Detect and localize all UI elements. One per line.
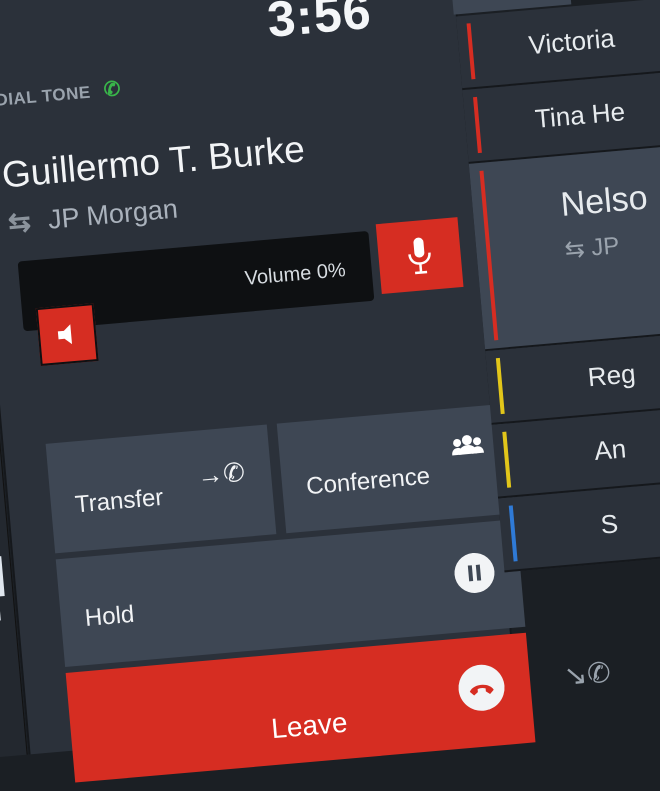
swap-icon: ⇆ — [6, 206, 33, 239]
hang-up-icon — [456, 662, 507, 713]
priority-stripe — [466, 23, 476, 80]
app-stage: 8 16 3:56 DIAL TONE ✆ Guillermo T. Burke… — [0, 0, 660, 783]
stat-bar — [0, 596, 1, 621]
priority-stripe — [495, 357, 505, 415]
queue-item-name: Nelso — [559, 178, 650, 224]
status-label: DIAL TONE — [0, 82, 92, 110]
stat-bar — [0, 556, 5, 597]
speaker-button[interactable] — [35, 303, 99, 366]
priority-stripe — [508, 505, 518, 562]
queue-item-name: Tina He — [533, 96, 627, 134]
queue-item-company: ⇆ JP — [563, 231, 621, 265]
priority-stripe — [502, 431, 512, 488]
transfer-call-icon: →✆ — [195, 456, 247, 491]
queue-item-name: Reg — [586, 358, 637, 393]
conference-label: Conference — [305, 462, 432, 501]
caller-company: ⇆ JP Morgan — [7, 193, 179, 239]
volume-label: Volume 0% — [243, 259, 347, 290]
microphone-icon — [408, 237, 431, 275]
conference-button[interactable]: Conference — [276, 403, 516, 534]
transfer-label: Transfer — [73, 483, 165, 519]
call-timer: 3:56 — [265, 0, 374, 48]
phone-icon: ✆ — [102, 77, 122, 102]
call-panel: 3:56 DIAL TONE ✆ Guillermo T. Burke ⇆ JP … — [0, 0, 536, 783]
queue-item-name: Victoria — [527, 22, 616, 61]
hold-label: Hold — [83, 600, 136, 633]
speaker-icon — [57, 324, 73, 345]
swap-icon: ⇆ — [563, 234, 593, 264]
priority-stripe — [473, 96, 482, 154]
mute-mic-button[interactable] — [375, 217, 464, 294]
queue-item-name: S — [599, 508, 620, 540]
queue-company-label: JP — [590, 232, 621, 262]
conference-icon — [452, 435, 485, 456]
end-call-label: Leave — [269, 706, 349, 745]
caller-name: Guillermo T. Burke — [0, 128, 307, 196]
queue-item-active[interactable]: Nelso ⇆ JP — [468, 141, 660, 352]
incoming-call-icon[interactable]: ↘✆ — [562, 656, 612, 693]
priority-stripe — [479, 170, 499, 341]
company-label: JP Morgan — [46, 193, 179, 235]
pause-icon — [452, 551, 497, 595]
transfer-button[interactable]: Transfer →✆ — [45, 424, 277, 554]
call-status: DIAL TONE ✆ — [0, 76, 122, 112]
volume-control[interactable]: Volume 0% — [17, 230, 375, 366]
queue-item-name: An — [593, 433, 628, 466]
